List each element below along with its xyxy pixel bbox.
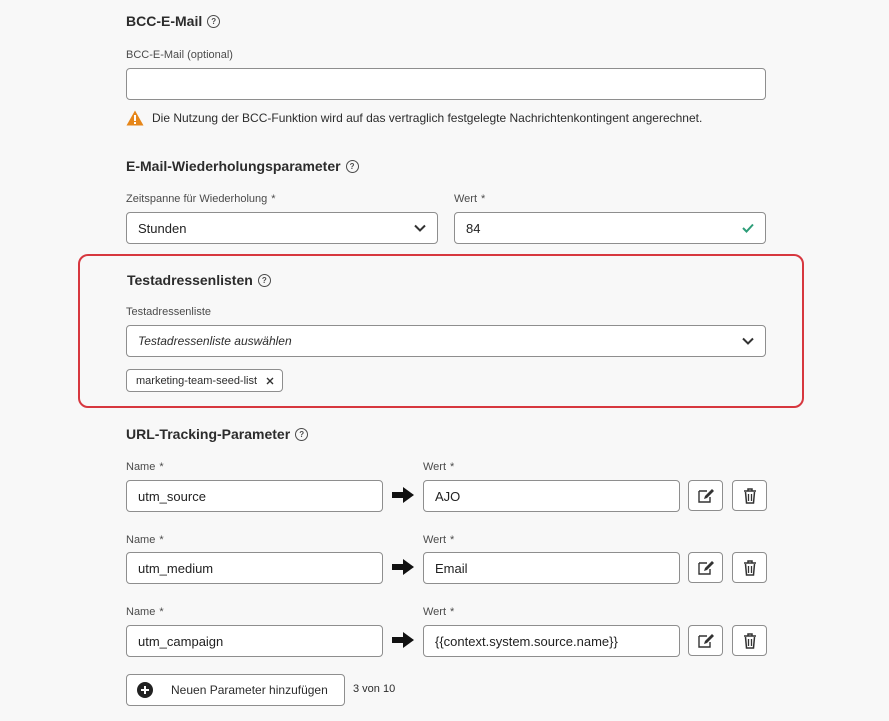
param-value-field[interactable]: AJO: [423, 480, 680, 512]
param-value-field[interactable]: {{context.system.source.name}}: [423, 625, 680, 657]
edit-icon: [697, 560, 714, 575]
arrow-right-icon: [392, 487, 414, 503]
required-mark: *: [481, 193, 486, 205]
param-name-field[interactable]: utm_medium: [126, 552, 383, 584]
required-mark: *: [450, 534, 455, 546]
parameter-count: 3 von 10: [353, 683, 396, 695]
delete-button[interactable]: [732, 625, 767, 656]
param-name-value: utm_campaign: [138, 633, 224, 649]
param-value-label-text: Wert: [423, 606, 447, 618]
trash-icon: [743, 487, 756, 504]
help-icon[interactable]: ?: [207, 14, 221, 28]
close-icon[interactable]: [266, 377, 274, 385]
add-parameter-label: Neuen Parameter hinzufügen: [171, 683, 328, 697]
edit-button[interactable]: [688, 552, 723, 583]
help-icon[interactable]: ?: [257, 273, 271, 287]
warning-icon: [126, 110, 144, 126]
retry-title-text: E-Mail-Wiederholungsparameter: [126, 158, 341, 174]
param-value-field[interactable]: Email: [423, 552, 680, 584]
edit-icon: [697, 488, 714, 503]
arrow-right-icon: [392, 632, 414, 648]
param-value-value: AJO: [435, 488, 461, 504]
trash-icon: [743, 632, 756, 649]
trash-icon: [743, 559, 756, 576]
param-name-label: Name *: [126, 461, 164, 473]
retry-period-label-text: Zeitspanne für Wiederholung: [126, 193, 268, 205]
add-parameter-button[interactable]: Neuen Parameter hinzufügen: [126, 674, 345, 706]
param-value-label-text: Wert: [423, 534, 447, 546]
retry-value-label: Wert *: [454, 193, 485, 205]
retry-value-label-text: Wert: [454, 193, 478, 205]
retry-period-label: Zeitspanne für Wiederholung *: [126, 193, 276, 205]
param-name-label-text: Name: [126, 606, 156, 618]
tracking-title-text: URL-Tracking-Parameter: [126, 426, 291, 442]
required-mark: *: [271, 193, 276, 205]
param-value-label: Wert *: [423, 461, 454, 473]
param-value-value: {{context.system.source.name}}: [435, 633, 618, 649]
retry-period-select[interactable]: Stunden: [126, 212, 438, 244]
param-name-label: Name *: [126, 534, 164, 546]
help-icon[interactable]: ?: [295, 427, 309, 441]
param-value-label: Wert *: [423, 606, 454, 618]
add-circle-icon: [137, 682, 153, 698]
retry-period-value: Stunden: [138, 220, 187, 236]
param-name-value: utm_medium: [138, 560, 214, 576]
delete-button[interactable]: [732, 552, 767, 583]
seedlist-placeholder: Testadressenliste auswählen: [138, 334, 292, 348]
bcc-section-title: BCC-E-Mail ?: [126, 13, 221, 29]
bcc-email-input[interactable]: [138, 76, 754, 92]
param-value-label-text: Wert: [423, 461, 447, 473]
help-icon[interactable]: ?: [345, 159, 359, 173]
seedlist-select[interactable]: Testadressenliste auswählen: [126, 325, 766, 357]
required-mark: *: [159, 534, 164, 546]
required-mark: *: [450, 606, 455, 618]
checkmark-icon: [742, 223, 754, 233]
param-value-label: Wert *: [423, 534, 454, 546]
bcc-title-text: BCC-E-Mail: [126, 13, 203, 29]
seedlist-section-title: Testadressenlisten ?: [127, 272, 271, 288]
chevron-down-icon: [742, 337, 754, 345]
required-mark: *: [159, 606, 164, 618]
bcc-warning-text: Die Nutzung der BCC-Funktion wird auf da…: [152, 111, 703, 125]
param-value-value: Email: [435, 560, 468, 576]
tracking-section-title: URL-Tracking-Parameter ?: [126, 426, 309, 442]
retry-value-text: 84: [466, 220, 481, 236]
retry-section-title: E-Mail-Wiederholungsparameter ?: [126, 158, 359, 174]
bcc-field-label: BCC-E-Mail (optional): [126, 49, 233, 61]
param-name-value: utm_source: [138, 488, 206, 504]
param-name-label: Name *: [126, 606, 164, 618]
edit-icon: [697, 633, 714, 648]
param-name-label-text: Name: [126, 534, 156, 546]
seedlist-title-text: Testadressenlisten: [127, 272, 253, 288]
edit-button[interactable]: [688, 480, 723, 511]
param-name-field[interactable]: utm_campaign: [126, 625, 383, 657]
bcc-email-field[interactable]: [126, 68, 766, 100]
edit-button[interactable]: [688, 625, 723, 656]
param-name-label-text: Name: [126, 461, 156, 473]
retry-value-field[interactable]: 84: [454, 212, 766, 244]
required-mark: *: [450, 461, 455, 473]
param-name-field[interactable]: utm_source: [126, 480, 383, 512]
seedlist-field-label: Testadressenliste: [126, 306, 211, 318]
chevron-down-icon: [414, 224, 426, 232]
seedlist-tag-label: marketing-team-seed-list: [136, 374, 258, 387]
seedlist-tag: marketing-team-seed-list: [126, 369, 284, 392]
arrow-right-icon: [392, 559, 414, 575]
bcc-warning: Die Nutzung der BCC-Funktion wird auf da…: [126, 110, 702, 126]
delete-button[interactable]: [732, 480, 767, 511]
required-mark: *: [159, 461, 164, 473]
